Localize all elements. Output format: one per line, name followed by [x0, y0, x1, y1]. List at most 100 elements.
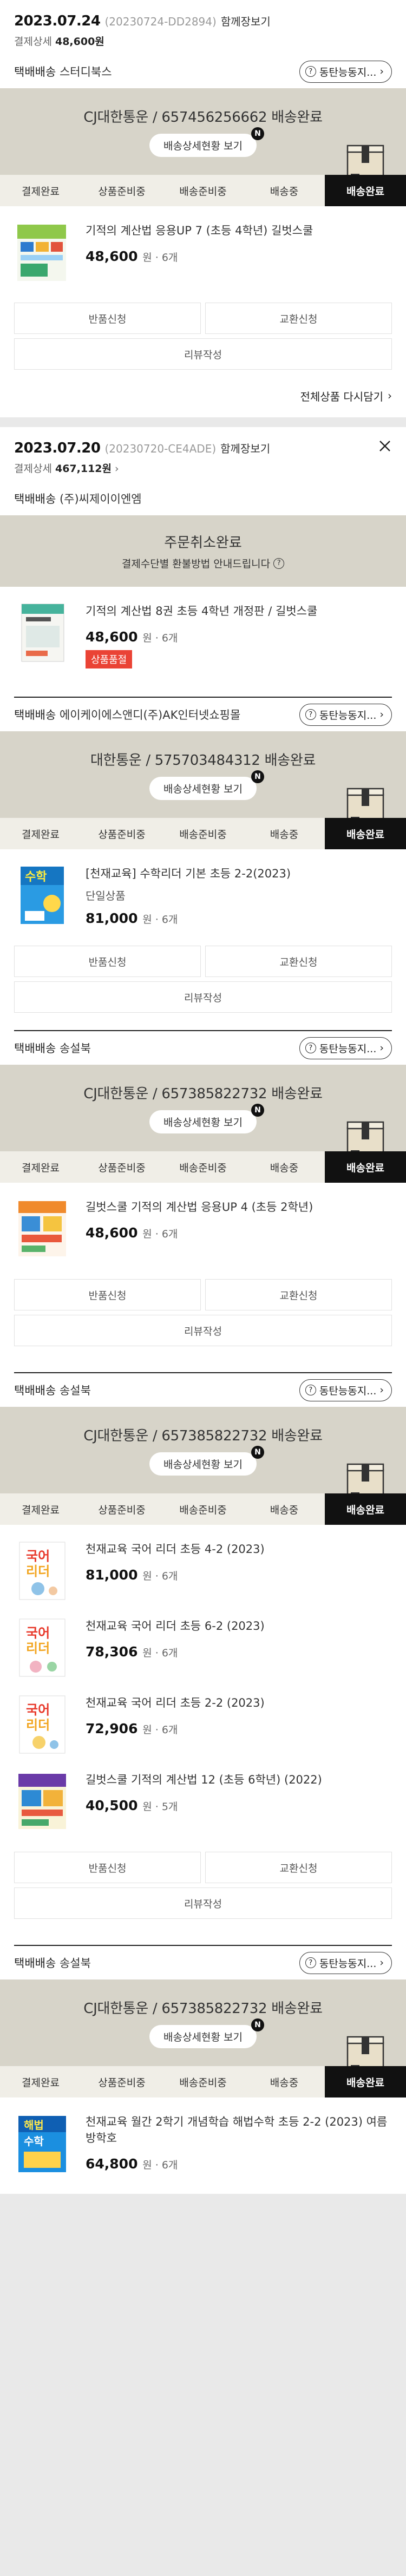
seller-line: 택배배송 송설북	[14, 1955, 91, 1971]
currency-unit: 원	[142, 914, 152, 926]
shipping-type: 택배배송	[14, 1384, 56, 1397]
chevron-right-icon: ›	[379, 709, 384, 720]
item-list: 기적의 계산법 8권 초등 4학년 개정판 / 길벗스쿨 48,600 원 · …	[0, 587, 406, 688]
exchange-button[interactable]: 교환신청	[205, 303, 392, 334]
currency-unit: 원	[142, 252, 152, 264]
svg-text:수학: 수학	[25, 870, 47, 884]
cancel-panel: 주문취소완료 결제수단별 환불방법 안내드립니다 ?	[0, 515, 406, 587]
view-all-link[interactable]: 함께장보기	[221, 13, 271, 29]
product-name: 기적의 계산법 8권 초등 4학년 개정판 / 길벗스쿨	[86, 605, 318, 618]
new-badge: N	[251, 2018, 264, 2031]
store-inquiry-button[interactable]: ? 동탄능동지... ›	[299, 1379, 392, 1401]
step-delivered: 배송완료	[325, 1493, 406, 1525]
exchange-button[interactable]: 교환신청	[205, 946, 392, 977]
list-item[interactable]: 해법 수학 천재교육 월간 2학기 개념학습 해법수학 초등 2-2 (2023)…	[14, 2112, 392, 2174]
item-list: 길벗스쿨 기적의 계산법 응용UP 4 (초등 2학년) 48,600 원 · …	[0, 1183, 406, 1279]
store-inquiry-label: 동탄능동지...	[319, 66, 377, 78]
store-inquiry-button[interactable]: ? 동탄능동지... ›	[299, 703, 392, 726]
currency-unit: 원	[142, 1570, 152, 1582]
tracking-status: CJ대한통운 / 657385822732 배송완료	[83, 1086, 323, 1102]
price-value: 78,306	[86, 1644, 138, 1660]
product-name: 천재교육 국어 리더 초등 6-2 (2023)	[86, 1620, 265, 1633]
seller-line: 택배배송 스터디북스	[14, 63, 112, 80]
product-image: 수학	[14, 863, 69, 926]
list-item[interactable]: 국어 리더 천재교육 국어 리더 초등 4-2 (2023) 81,000 원 ·…	[14, 1539, 392, 1602]
store-inquiry-label: 동탄능동지...	[319, 1043, 377, 1055]
chevron-right-icon[interactable]: ›	[115, 463, 119, 475]
step-paid: 결제완료	[22, 828, 60, 841]
tracking-detail-label: 배송상세현황 보기	[163, 140, 243, 152]
return-button[interactable]: 반품신청	[14, 1852, 201, 1883]
chevron-right-icon: ›	[379, 1384, 384, 1396]
list-item[interactable]: 길벗스쿨 기적의 계산법 12 (초등 6학년) (2022) 40,500 원…	[14, 1769, 392, 1832]
chevron-right-icon: ›	[379, 1957, 384, 1969]
refund-info-link[interactable]: 결제수단별 환불방법 안내드립니다 ?	[122, 556, 285, 571]
list-item[interactable]: 기적의 계산법 응용UP 7 (초등 4학년) 길벗스쿨 48,600 원 · …	[14, 220, 392, 283]
price-value: 81,000	[86, 910, 138, 926]
tracking-status: CJ대한통운 / 657456256662 배송완료	[83, 109, 323, 126]
reorder-all-button[interactable]: 전체상품 다시담기 ›	[0, 374, 406, 417]
product-image: 국어 리더	[14, 1693, 69, 1755]
close-icon[interactable]	[378, 439, 392, 453]
tracking-detail-button[interactable]: 배송상세현황 보기 N	[149, 1104, 264, 1133]
quantity: 6개	[161, 1724, 178, 1736]
return-button[interactable]: 반품신청	[14, 303, 201, 334]
view-all-link[interactable]: 함께장보기	[220, 440, 270, 456]
step-preparing: 상품준비중	[98, 1162, 146, 1174]
product-image	[14, 220, 69, 283]
qty-separator: ·	[152, 1801, 162, 1813]
store-inquiry-button[interactable]: ? 동탄능동지... ›	[299, 1037, 392, 1059]
seller-name: 에이케이에스앤디(주)AK인터넷쇼핑몰	[59, 709, 241, 722]
tracking-panel: CJ대한통운 / 657385822732 배송완료 배송상세현황 보기 N 결…	[0, 1065, 406, 1183]
exchange-button[interactable]: 교환신청	[205, 1852, 392, 1883]
new-badge: N	[251, 1104, 264, 1117]
new-badge: N	[251, 1446, 264, 1459]
tracking-detail-button[interactable]: 배송상세현황 보기 N	[149, 2018, 264, 2048]
product-image	[14, 1197, 69, 1260]
store-inquiry-button[interactable]: ? 동탄능동지... ›	[299, 1951, 392, 1974]
list-item[interactable]: 국어 리더 천재교육 국어 리더 초등 6-2 (2023) 78,306 원 ·…	[14, 1616, 392, 1679]
list-item[interactable]: 길벗스쿨 기적의 계산법 응용UP 4 (초등 2학년) 48,600 원 · …	[14, 1197, 392, 1260]
list-item[interactable]: 국어 리더 천재교육 국어 리더 초등 2-2 (2023) 72,906 원 ·…	[14, 1693, 392, 1755]
review-button[interactable]: 리뷰작성	[14, 1887, 392, 1919]
payment-amount: 467,112원	[55, 463, 112, 475]
quantity: 6개	[161, 632, 178, 644]
delivery-steps: 결제완료 상품준비중 배송준비중 배송중 배송완료	[0, 2066, 406, 2097]
review-button[interactable]: 리뷰작성	[14, 1315, 392, 1346]
return-button[interactable]: 반품신청	[14, 946, 201, 977]
quantity: 6개	[161, 252, 178, 264]
tracking-detail-label: 배송상세현황 보기	[163, 1459, 243, 1471]
product-name: 길벗스쿨 기적의 계산법 응용UP 4 (초등 2학년)	[86, 1201, 313, 1214]
list-item[interactable]: 기적의 계산법 8권 초등 4학년 개정판 / 길벗스쿨 48,600 원 · …	[14, 601, 392, 668]
shipping-type: 택배배송	[14, 65, 56, 78]
store-inquiry-label: 동탄능동지...	[319, 1385, 377, 1397]
payment-label: 결제상세	[14, 36, 52, 48]
currency-unit: 원	[142, 632, 152, 644]
qty-separator: ·	[152, 1724, 162, 1736]
seller-name: 송설북	[59, 1042, 91, 1055]
review-button[interactable]: 리뷰작성	[14, 338, 392, 370]
product-price: 48,600 원 · 6개	[86, 248, 392, 264]
package: 택배배송 송설북 ? 동탄능동지... › CJ대한통운 / 657385822…	[0, 1373, 406, 1946]
shipping-type: 택배배송	[14, 1957, 56, 1970]
tracking-detail-button[interactable]: 배송상세현황 보기 N	[149, 1446, 264, 1476]
tracking-detail-button[interactable]: 배송상세현황 보기 N	[149, 127, 264, 157]
review-button[interactable]: 리뷰작성	[14, 981, 392, 1013]
list-item[interactable]: 수학 [천재교육] 수학리더 기본 초등 2-2(2023) 단일상품 81,0…	[14, 863, 392, 926]
qty-separator: ·	[152, 1570, 162, 1582]
svg-text:수학: 수학	[24, 2135, 44, 2148]
step-shipping: 배송중	[270, 1162, 299, 1174]
store-inquiry-button[interactable]: ? 동탄능동지... ›	[299, 60, 392, 83]
qty-separator: ·	[152, 632, 162, 644]
quantity: 5개	[161, 1801, 178, 1813]
return-button[interactable]: 반품신청	[14, 1279, 201, 1310]
svg-text:국어: 국어	[26, 1702, 50, 1718]
svg-text:리더: 리더	[26, 1564, 50, 1579]
exchange-button[interactable]: 교환신청	[205, 1279, 392, 1310]
product-option: 단일상품	[86, 889, 126, 902]
sold-out-badge: 상품품절	[86, 650, 133, 668]
product-price: 48,600 원 · 6개	[86, 629, 392, 645]
tracking-detail-button[interactable]: 배송상세현황 보기 N	[149, 770, 264, 800]
step-delivered: 배송완료	[325, 818, 406, 849]
svg-text:국어: 국어	[26, 1625, 50, 1641]
